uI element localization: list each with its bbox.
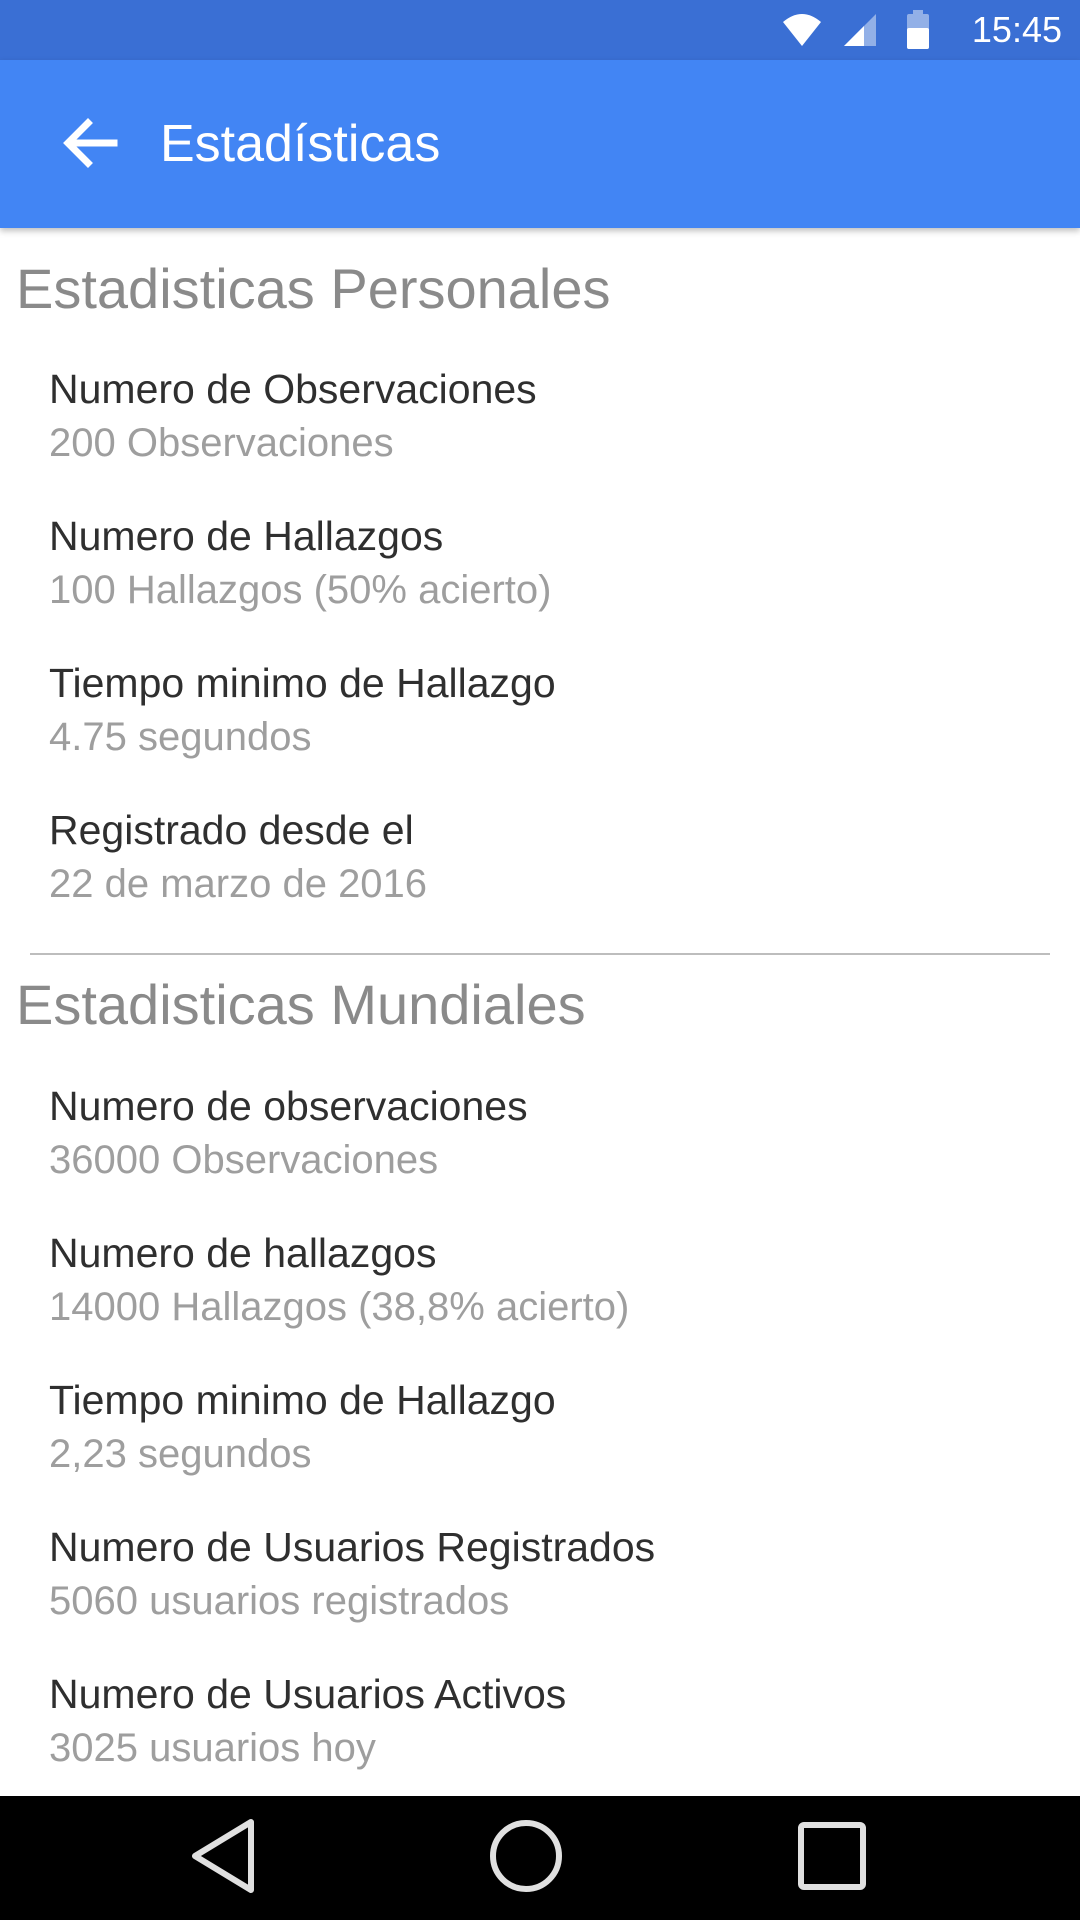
stat-label: Tiempo minimo de Hallazgo [49,1377,556,1423]
stat-label: Registrado desde el [49,807,414,853]
app-bar: Estadísticas [0,60,1080,228]
status-icons: 15:45 [782,0,1062,60]
stat-item-world-observations: Numero de observaciones 36000 Observacio… [49,1079,1049,1187]
stat-item-personal-min-time: Tiempo minimo de Hallazgo 4.75 segundos [49,656,1049,764]
stat-value: 5060 usuarios registrados [49,1579,510,1623]
stat-value: 36000 Observaciones [49,1138,439,1182]
stat-label: Numero de Usuarios Registrados [49,1524,656,1570]
stat-item-world-findings: Numero de hallazgos 14000 Hallazgos (38,… [49,1226,1049,1334]
back-button[interactable] [40,100,140,190]
stat-value: 3025 usuarios hoy [49,1726,376,1770]
recents-square-icon [797,1821,867,1896]
nav-home-button[interactable] [478,1810,574,1906]
stat-label: Numero de observaciones [49,1083,528,1129]
stat-value: 100 Hallazgos (50% acierto) [49,568,552,612]
arrow-back-icon [62,117,118,174]
stat-value: 4.75 segundos [49,715,312,759]
signal-icon [840,10,880,50]
wifi-icon [782,10,822,50]
stat-item-world-registered-users: Numero de Usuarios Registrados 5060 usua… [49,1520,1049,1628]
nav-recents-button[interactable] [784,1810,880,1906]
section-header-personal: Estadisticas Personales [16,257,611,320]
stat-value: 2,23 segundos [49,1432,312,1476]
section-header-world: Estadisticas Mundiales [16,973,586,1036]
status-bar: 15:45 [0,0,1080,60]
nav-back-button[interactable] [176,1810,272,1906]
battery-icon [898,10,938,50]
stat-label: Tiempo minimo de Hallazgo [49,660,556,706]
stat-item-personal-registered-since: Registrado desde el 22 de marzo de 2016 [49,803,1049,911]
stat-label: Numero de Hallazgos [49,513,444,559]
stat-item-personal-findings: Numero de Hallazgos 100 Hallazgos (50% a… [49,509,1049,617]
stat-label: Numero de hallazgos [49,1230,437,1276]
home-circle-icon [488,1818,564,1899]
page-title: Estadísticas [160,115,441,173]
stat-value: 200 Observaciones [49,421,394,465]
stat-label: Numero de Observaciones [49,366,537,412]
stat-label: Numero de Usuarios Activos [49,1671,567,1717]
clock-time: 15:45 [971,9,1062,50]
stat-value: 22 de marzo de 2016 [49,862,428,906]
back-triangle-icon [189,1818,259,1899]
system-nav-bar [0,1796,1080,1920]
stat-item-world-min-time: Tiempo minimo de Hallazgo 2,23 segundos [49,1373,1049,1481]
stat-item-world-active-users: Numero de Usuarios Activos 3025 usuarios… [49,1667,1049,1775]
stats-content[interactable]: Estadisticas Personales Numero de Observ… [0,228,1080,1796]
section-divider [30,953,1050,955]
stat-value: 14000 Hallazgos (38,8% acierto) [49,1285,630,1329]
statistics-screen: 15:45 Estadísticas Estadisticas Personal… [0,0,1080,1920]
stat-item-personal-observations: Numero de Observaciones 200 Observacione… [49,362,1049,470]
